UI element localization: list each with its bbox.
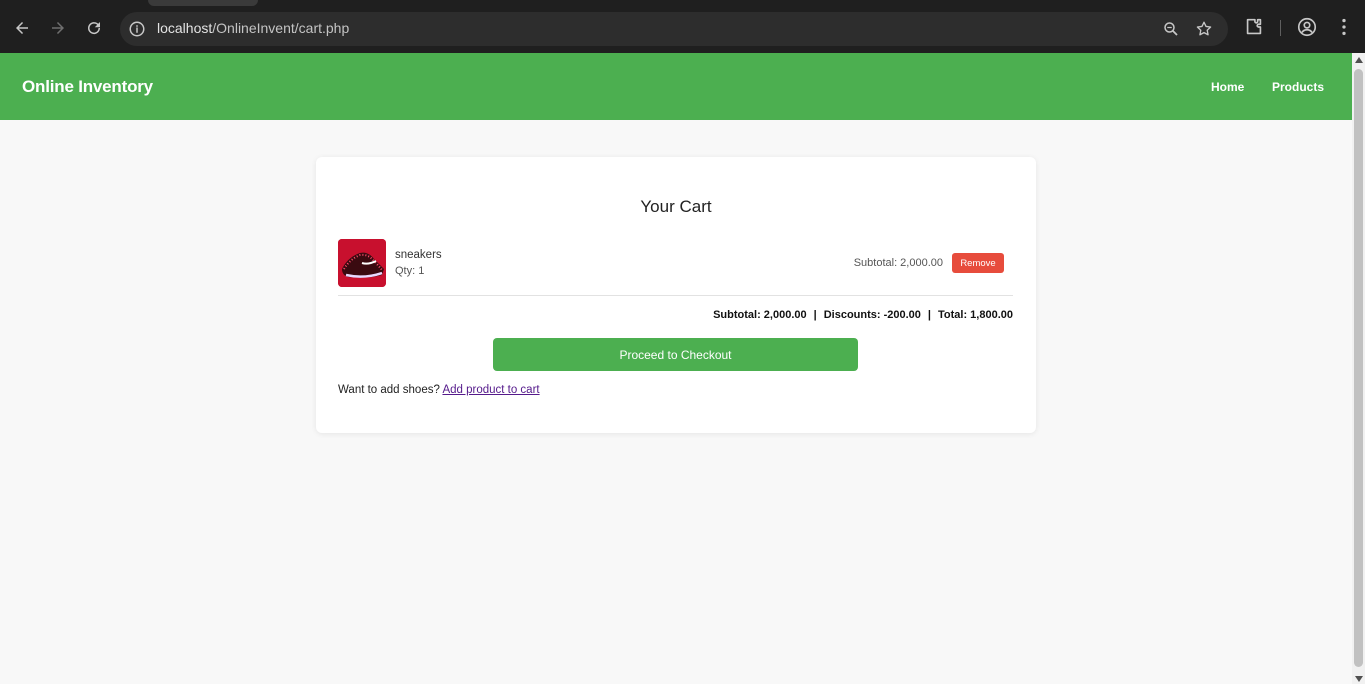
add-product-prompt: Want to add shoes? Add product to cart: [338, 384, 540, 396]
site-info-icon[interactable]: [128, 20, 146, 38]
summary-discounts: Discounts: -200.00: [823, 309, 921, 321]
zoom-icon[interactable]: [1162, 20, 1180, 38]
forward-icon[interactable]: [46, 16, 70, 40]
extensions-icon[interactable]: [1243, 16, 1265, 38]
summary-subtotal: Subtotal: 2,000.00: [713, 309, 807, 321]
url-text: localhost/OnlineInvent/cart.php: [157, 20, 349, 36]
page-title: Your Cart: [640, 197, 712, 216]
tab-strip: [0, 0, 1365, 6]
browser-chrome: localhost/OnlineInvent/cart.php: [0, 0, 1365, 53]
checkout-button[interactable]: Proceed to Checkout: [493, 338, 858, 371]
bookmark-star-icon[interactable]: [1195, 20, 1213, 38]
nav-link-products[interactable]: Products: [1272, 80, 1324, 94]
site-navbar: Online Inventory Home Products: [0, 53, 1352, 120]
address-bar[interactable]: localhost/OnlineInvent/cart.php: [120, 12, 1228, 46]
add-product-link[interactable]: Add product to cart: [442, 384, 539, 396]
summary-total: Total: 1,800.00: [938, 309, 1013, 321]
page-scrollbar[interactable]: [1352, 53, 1365, 684]
sneaker-image: [338, 239, 386, 287]
scroll-down-icon[interactable]: [1355, 676, 1363, 682]
item-quantity: Qty: 1: [395, 265, 425, 277]
product-thumbnail: [338, 239, 386, 287]
cart-card: Your Cart sneakers Qty: 1 Subtotal: 2,00…: [316, 157, 1036, 433]
profile-icon[interactable]: [1296, 16, 1318, 38]
scrollbar-thumb[interactable]: [1354, 69, 1363, 667]
url-path: /OnlineInvent/cart.php: [212, 20, 350, 36]
remove-button[interactable]: Remove: [952, 253, 1004, 273]
item-name: sneakers: [395, 249, 442, 261]
brand-logo-text[interactable]: Online Inventory: [22, 77, 153, 97]
summary-separator: |: [813, 309, 817, 321]
scroll-up-icon[interactable]: [1355, 57, 1363, 63]
reload-icon[interactable]: [82, 16, 106, 40]
url-host: localhost: [157, 20, 213, 36]
menu-kebab-icon[interactable]: [1333, 16, 1355, 38]
nav-link-home[interactable]: Home: [1211, 80, 1244, 94]
cart-item: sneakers Qty: 1 Subtotal: 2,000.00 Remov…: [338, 239, 1013, 296]
back-icon[interactable]: [10, 16, 34, 40]
item-subtotal: Subtotal: 2,000.00: [853, 257, 943, 269]
add-prompt-text: Want to add shoes?: [338, 384, 440, 396]
active-tab[interactable]: [148, 0, 258, 6]
cart-summary: Subtotal: 2,000.00 | Discounts: -200.00 | To…: [713, 309, 1013, 321]
summary-separator: |: [927, 309, 931, 321]
toolbar-separator: [1280, 20, 1281, 36]
